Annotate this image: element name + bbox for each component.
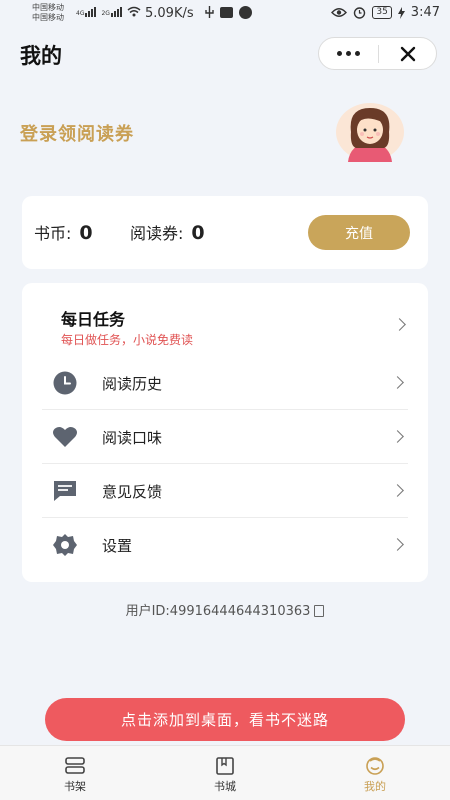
avatar[interactable] [334, 102, 406, 162]
more-button[interactable] [319, 38, 378, 69]
tab-label: 书城 [214, 780, 236, 793]
daily-task-subtitle: 每日做任务，小说免费读 [61, 333, 194, 347]
signal-2: 2G [101, 7, 122, 17]
menu-item-reading-taste[interactable]: 阅读口味 [42, 410, 408, 464]
coupons-label: 阅读券: [130, 224, 184, 243]
chevron-right-icon [391, 376, 404, 389]
menu-item-settings[interactable]: 设置 [42, 518, 408, 572]
tab-profile[interactable]: 我的 [300, 746, 450, 800]
coupons-value: 0 [191, 222, 205, 244]
status-right: 35 3:47 [331, 5, 440, 20]
dot [355, 51, 360, 56]
menu-item-label: 意见反馈 [102, 483, 163, 501]
signal-bars-icon [85, 7, 97, 17]
tab-label: 书架 [64, 780, 86, 793]
carrier-1: 中国移动 [32, 3, 64, 12]
profile-icon [366, 757, 384, 775]
menu-item-label: 设置 [102, 537, 133, 555]
daily-task-title: 每日任务 [61, 310, 126, 329]
page-title: 我的 [20, 44, 62, 68]
close-icon [400, 46, 415, 61]
login-prompt[interactable]: 登录领阅读券 [20, 120, 134, 146]
coins-value: 0 [79, 222, 93, 244]
net-type-1: 4G [76, 10, 85, 17]
chevron-right-icon [391, 538, 404, 551]
carrier-2: 中国移动 [32, 13, 64, 22]
bookstore-icon [216, 757, 234, 775]
chevron-right-icon [391, 430, 404, 443]
miniapp-capsule [318, 37, 437, 70]
clock-icon [53, 371, 77, 395]
tab-bookstore[interactable]: 书城 [150, 746, 300, 800]
wallet-card: 书币: 0 阅读券: 0 充值 [22, 196, 428, 269]
menu-item-reading-history[interactable]: 阅读历史 [42, 356, 408, 410]
bookshelf-icon [65, 757, 85, 774]
dot [337, 51, 342, 56]
add-to-desktop-button[interactable]: 点击添加到桌面，看书不迷路 [45, 698, 405, 741]
notification-icons [205, 6, 252, 19]
chevron-right-icon [393, 318, 406, 331]
tab-bar: 书架 书城 我的 [0, 745, 450, 800]
app-notification-icon [239, 6, 252, 19]
alarm-icon [354, 7, 366, 19]
usb-icon [205, 6, 214, 18]
signal-indicators: 4G 2G [76, 6, 141, 17]
coins-label: 书币: [34, 224, 72, 243]
menu-card: 每日任务 每日做任务，小说免费读 阅读历史 阅读口味 意见反馈 设置 [22, 283, 428, 582]
copy-icon[interactable] [314, 605, 325, 617]
carrier-names: 中国移动 中国移动 [32, 3, 64, 23]
status-bar: 中国移动 中国移动 4G 2G 5.09K/s 35 3:47 [0, 0, 450, 28]
signal-1: 4G [76, 7, 97, 17]
net-type-2: 2G [101, 10, 110, 17]
recharge-button[interactable]: 充值 [308, 215, 410, 250]
menu-item-label: 阅读口味 [102, 429, 163, 447]
user-id-text: 用户ID:49916444644310363 [125, 604, 311, 619]
menu-item-feedback[interactable]: 意见反馈 [42, 464, 408, 518]
signal-bars-icon [110, 7, 122, 17]
dot [346, 51, 351, 56]
menu-item-label: 阅读历史 [102, 375, 163, 393]
charging-icon [397, 6, 405, 19]
coupons-balance: 阅读券: 0 [130, 220, 205, 244]
app-notification-icon [220, 7, 233, 18]
battery-level: 35 [372, 6, 392, 19]
tab-bookshelf[interactable]: 书架 [0, 746, 150, 800]
coins-balance: 书币: 0 [34, 220, 93, 244]
wifi-icon [127, 6, 141, 17]
user-id: 用户ID:49916444644310363 [0, 600, 450, 619]
clock-time: 3:47 [410, 5, 440, 20]
settings-icon [53, 534, 77, 556]
feedback-icon [54, 481, 76, 501]
close-button[interactable] [379, 38, 436, 69]
tab-label: 我的 [364, 780, 386, 793]
heart-icon [53, 427, 77, 447]
network-speed: 5.09K/s [145, 6, 194, 21]
chevron-right-icon [391, 484, 404, 497]
eye-icon [331, 8, 348, 17]
daily-task-item[interactable]: 每日任务 每日做任务，小说免费读 [22, 283, 428, 355]
